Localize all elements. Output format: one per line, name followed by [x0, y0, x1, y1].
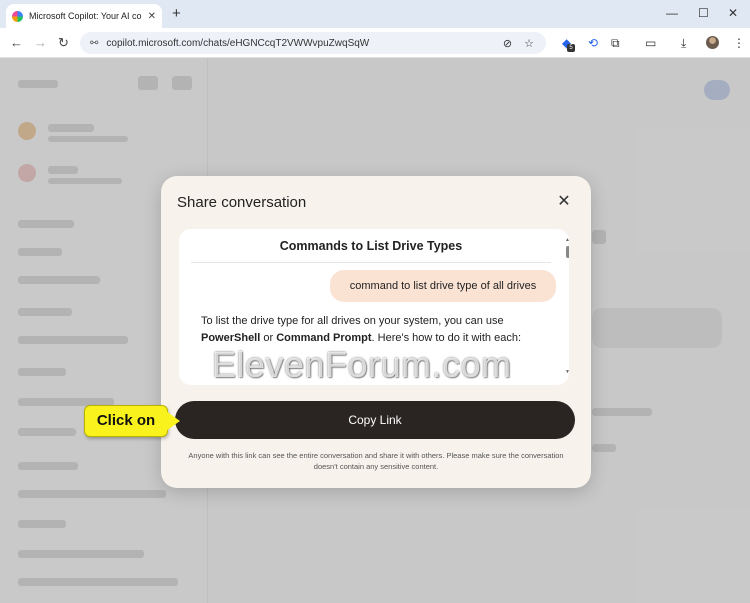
tab-title: Microsoft Copilot: Your AI com — [29, 11, 142, 21]
download-icon[interactable]: ⤓ — [681, 36, 686, 51]
browser-tab[interactable]: Microsoft Copilot: Your AI com ✕ — [6, 4, 162, 28]
scroll-up-icon[interactable]: ▲ — [565, 237, 569, 243]
watermark: ElevenForum.com — [212, 344, 512, 385]
user-message-bubble: command to list drive type of all drives — [330, 270, 556, 302]
reply-text-end: . Here's how to do it with each: — [371, 332, 521, 344]
share-conversation-dialog: Share conversation ✕ Commands to List Dr… — [161, 176, 591, 488]
reply-powershell: PowerShell — [201, 332, 261, 344]
extensions-icon[interactable]: ⧉ — [611, 36, 620, 51]
site-info-icon[interactable]: ⚯ — [90, 38, 98, 49]
extension-translate-icon[interactable]: ⟲ — [588, 36, 598, 50]
menu-icon[interactable]: ⋮ — [733, 36, 745, 50]
click-on-callout: Click on — [84, 405, 168, 437]
reply-text: To list the drive type for all drives on… — [201, 315, 504, 327]
reload-button[interactable]: ↻ — [58, 35, 69, 51]
bookmark-star-icon[interactable]: ☆ — [524, 37, 534, 50]
window-close-button[interactable]: ✕ — [728, 6, 738, 20]
share-disclaimer: Anyone with this link can see the entire… — [188, 451, 564, 471]
tab-strip: Microsoft Copilot: Your AI com ✕ + — ☐ ✕ — [0, 0, 750, 28]
scroll-thumb[interactable] — [566, 246, 569, 258]
close-icon[interactable]: ✕ — [554, 192, 574, 212]
reply-text-mid: or — [260, 332, 277, 344]
assistant-reply: To list the drive type for all drives on… — [201, 313, 541, 347]
preview-scrollbar[interactable]: ▲ ▼ — [565, 237, 569, 377]
copy-link-button[interactable]: Copy Link — [175, 401, 575, 439]
maximize-button[interactable]: ☐ — [698, 6, 709, 20]
preview-title: Commands to List Drive Types — [279, 239, 463, 253]
profile-avatar[interactable] — [706, 36, 719, 49]
new-tab-button[interactable]: + — [172, 5, 181, 22]
browser-toolbar: ← → ↻ ⚯ copilot.microsoft.com/chats/eHGN… — [0, 28, 750, 58]
copilot-favicon-icon — [12, 10, 23, 22]
preview-divider — [191, 262, 551, 263]
back-button[interactable]: ← — [10, 35, 23, 50]
tab-close-icon[interactable]: ✕ — [148, 11, 156, 22]
eye-off-icon[interactable]: ⊘ — [503, 37, 512, 50]
extension-badge: 5 — [567, 44, 575, 52]
url-text[interactable]: copilot.microsoft.com/chats/eHGNCcqT2VWW… — [106, 38, 503, 49]
callout-arrow-icon — [166, 411, 180, 431]
reply-command-prompt: Command Prompt — [276, 332, 372, 344]
scroll-down-icon[interactable]: ▼ — [565, 369, 569, 375]
dialog-title: Share conversation — [177, 194, 307, 211]
forward-button[interactable]: → — [34, 35, 47, 50]
tab-search-icon[interactable]: ▭ — [645, 36, 656, 50]
address-bar[interactable]: ⚯ copilot.microsoft.com/chats/eHGNCcqT2V… — [80, 32, 546, 54]
minimize-button[interactable]: — — [666, 6, 678, 20]
